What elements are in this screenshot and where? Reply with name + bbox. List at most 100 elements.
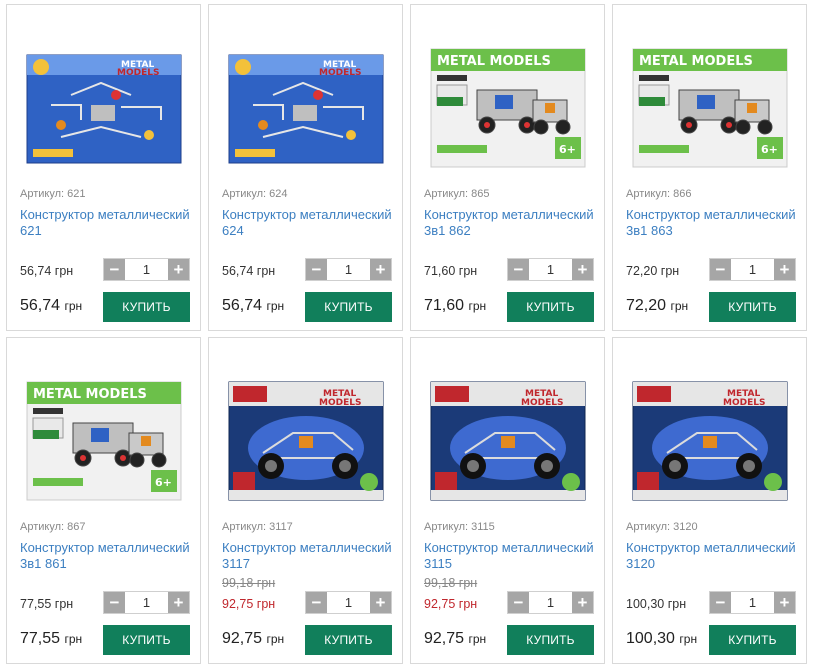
product-name-link[interactable]: Конструктор металлический 621 (20, 207, 196, 239)
buy-button[interactable]: КУПИТЬ (709, 292, 796, 322)
old-price: 99,18 грн (424, 576, 478, 590)
total-price: 100,30 грн (626, 630, 697, 648)
plus-icon[interactable]: + (168, 592, 189, 613)
total-price: 92,75 грн (424, 630, 486, 648)
total-currency: грн (679, 632, 698, 646)
product-image[interactable]: METAL MODELS (21, 45, 187, 175)
product-image[interactable]: METAL MODELS (627, 378, 793, 508)
svg-text:MODELS: MODELS (521, 398, 563, 408)
buy-button[interactable]: КУПИТЬ (709, 625, 796, 655)
product-name-link[interactable]: Конструктор металлический 3в1 862 (424, 207, 600, 239)
buy-button[interactable]: КУПИТЬ (103, 625, 190, 655)
total-price: 56,74 грн (222, 297, 284, 315)
quantity-input[interactable] (327, 259, 370, 280)
quantity-input[interactable] (529, 592, 572, 613)
product-name-link[interactable]: Конструктор металлический 3в1 863 (626, 207, 802, 239)
unit-price: 56,74 грн (222, 264, 276, 278)
product-card: METAL MODELS Артикул: 3115 Конструктор м… (410, 337, 605, 664)
product-image[interactable]: METAL MODELS (223, 378, 389, 508)
total-currency: грн (468, 632, 487, 646)
product-card: METAL MODELS 6+ Артикул: 867 Конструктор… (6, 337, 201, 664)
quantity-input[interactable] (731, 259, 774, 280)
article-number: Артикул: 3117 (222, 521, 293, 533)
product-name-link[interactable]: Конструктор металлический 3115 (424, 540, 600, 572)
minus-icon[interactable]: − (710, 592, 731, 613)
minus-icon[interactable]: − (306, 592, 327, 613)
svg-text:MODELS: MODELS (117, 68, 159, 78)
quantity-input[interactable] (125, 259, 168, 280)
svg-text:6+: 6+ (559, 143, 576, 156)
total-price: 71,60 грн (424, 297, 486, 315)
unit-price: 100,30 грн (626, 597, 687, 611)
quantity-stepper: − + (709, 258, 796, 281)
total-currency: грн (266, 632, 285, 646)
product-card: METAL MODELS 6+ Артикул: 866 Конструктор… (612, 4, 807, 331)
total-value: 92,75 (222, 630, 263, 647)
quantity-stepper: − + (305, 591, 392, 614)
quantity-stepper: − + (103, 591, 190, 614)
total-currency: грн (670, 299, 689, 313)
article-number: Артикул: 621 (20, 188, 86, 200)
quantity-input[interactable] (125, 592, 168, 613)
total-value: 92,75 (424, 630, 465, 647)
quantity-stepper: − + (103, 258, 190, 281)
unit-price: 92,75 грн (222, 597, 276, 611)
buy-button[interactable]: КУПИТЬ (305, 625, 392, 655)
total-price: 92,75 грн (222, 630, 284, 648)
unit-price: 72,20 грн (626, 264, 680, 278)
product-image[interactable]: METAL MODELS (425, 378, 591, 508)
buy-button[interactable]: КУПИТЬ (103, 292, 190, 322)
product-image[interactable]: METAL MODELS 6+ (425, 45, 591, 175)
svg-text:METAL MODELS: METAL MODELS (33, 387, 147, 402)
article-number: Артикул: 865 (424, 188, 490, 200)
minus-icon[interactable]: − (508, 592, 529, 613)
unit-price: 56,74 грн (20, 264, 74, 278)
total-value: 56,74 (20, 297, 61, 314)
quantity-input[interactable] (731, 592, 774, 613)
product-name-link[interactable]: Конструктор металлический 3117 (222, 540, 398, 572)
total-price: 72,20 грн (626, 297, 688, 315)
total-value: 71,60 (424, 297, 465, 314)
total-value: 77,55 (20, 630, 61, 647)
buy-button[interactable]: КУПИТЬ (507, 625, 594, 655)
buy-button[interactable]: КУПИТЬ (305, 292, 392, 322)
article-number: Артикул: 624 (222, 188, 288, 200)
quantity-input[interactable] (529, 259, 572, 280)
minus-icon[interactable]: − (508, 259, 529, 280)
product-name-link[interactable]: Конструктор металлический 3120 (626, 540, 802, 572)
total-value: 72,20 (626, 297, 667, 314)
product-name-link[interactable]: Конструктор металлический 624 (222, 207, 398, 239)
svg-text:METAL MODELS: METAL MODELS (639, 54, 753, 69)
unit-price: 77,55 грн (20, 597, 74, 611)
quantity-stepper: − + (507, 258, 594, 281)
plus-icon[interactable]: + (370, 259, 391, 280)
svg-text:METAL MODELS: METAL MODELS (437, 54, 551, 69)
product-image[interactable]: METAL MODELS (223, 45, 389, 175)
svg-text:MODELS: MODELS (723, 398, 765, 408)
product-image[interactable]: METAL MODELS 6+ (21, 378, 187, 508)
unit-price: 71,60 грн (424, 264, 478, 278)
plus-icon[interactable]: + (168, 259, 189, 280)
total-price: 56,74 грн (20, 297, 82, 315)
quantity-stepper: − + (709, 591, 796, 614)
quantity-stepper: − + (507, 591, 594, 614)
minus-icon[interactable]: − (306, 259, 327, 280)
plus-icon[interactable]: + (774, 592, 795, 613)
plus-icon[interactable]: + (370, 592, 391, 613)
quantity-input[interactable] (327, 592, 370, 613)
article-number: Артикул: 867 (20, 521, 86, 533)
plus-icon[interactable]: + (572, 259, 593, 280)
minus-icon[interactable]: − (104, 592, 125, 613)
product-card: METAL MODELS Артикул: 621 Конструктор ме… (6, 4, 201, 331)
svg-text:6+: 6+ (155, 476, 172, 489)
plus-icon[interactable]: + (774, 259, 795, 280)
minus-icon[interactable]: − (710, 259, 731, 280)
buy-button[interactable]: КУПИТЬ (507, 292, 594, 322)
product-image[interactable]: METAL MODELS 6+ (627, 45, 793, 175)
plus-icon[interactable]: + (572, 592, 593, 613)
product-name-link[interactable]: Конструктор металлический 3в1 861 (20, 540, 196, 572)
minus-icon[interactable]: − (104, 259, 125, 280)
svg-text:6+: 6+ (761, 143, 778, 156)
article-number: Артикул: 3115 (424, 521, 495, 533)
total-price: 77,55 грн (20, 630, 82, 648)
